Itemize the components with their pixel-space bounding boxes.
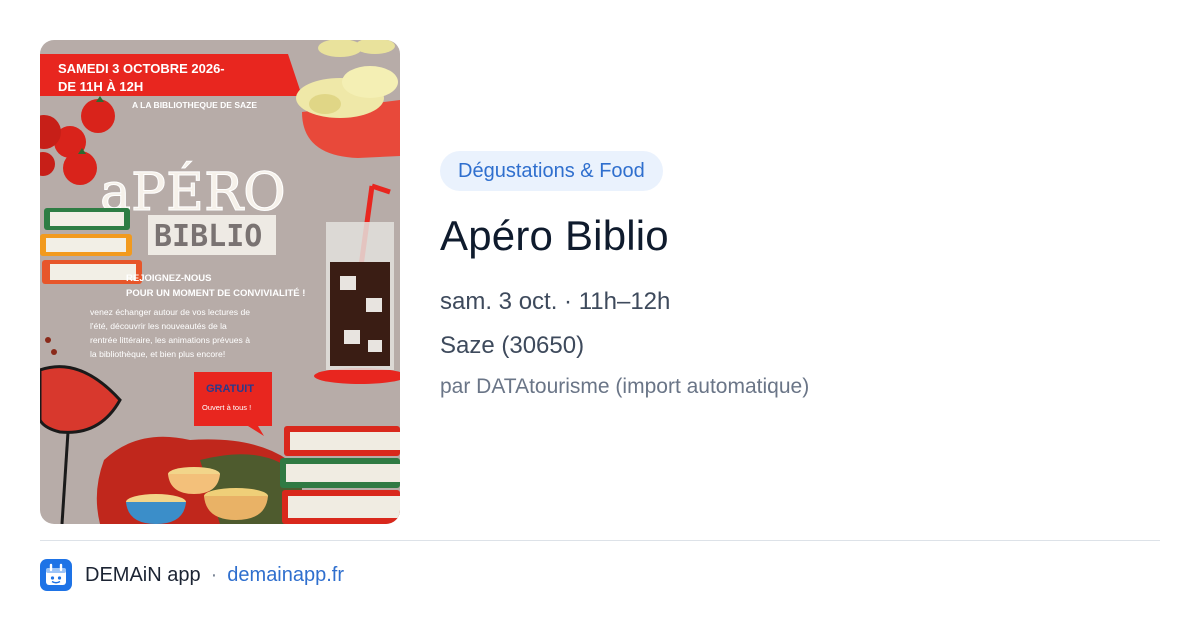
event-location: Saze (30650) (440, 332, 585, 359)
event-info: Dégustations & Food Apéro Biblio sam. 3 … (440, 151, 1160, 401)
poster-date-line1: SAMEDI 3 OCTOBRE 2026- (58, 61, 225, 76)
footer: DEMAiN app · demainapp.fr (40, 558, 344, 592)
event-poster[interactable]: SAMEDI 3 OCTOBRE 2026- DE 11H À 12H A LA… (40, 40, 400, 524)
poster-tagline1: REJOIGNEZ-NOUS (126, 273, 212, 284)
poster-image: SAMEDI 3 OCTOBRE 2026- DE 11H À 12H A LA… (40, 40, 400, 524)
poster-tagline2: POUR UN MOMENT DE CONVIVIALITÉ ! (126, 288, 305, 299)
footer-separator: · (210, 563, 218, 586)
books-bottom-illustration (280, 426, 400, 524)
poster-body-line2: l'été, découvrir les nouveautés de la (90, 321, 227, 331)
poster-body-line4: la bibliothèque, et bien plus encore! (90, 349, 225, 359)
app-domain-link[interactable]: demainapp.fr (227, 564, 344, 587)
badge-title: GRATUIT (206, 383, 254, 395)
event-datetime: sam. 3 oct. · 11h–12h (440, 288, 671, 315)
poster-body-line1: venez échanger autour de vos lectures de (90, 307, 250, 317)
poster-date-line2: DE 11H À 12H (58, 79, 143, 94)
footer-divider (40, 540, 1160, 541)
event-title[interactable]: Apéro Biblio (440, 211, 1160, 261)
event-organizer: par DATAtourisme (import automatique) (440, 375, 810, 398)
poster-body-line3: rentrée littéraire, les animations prévu… (90, 335, 250, 345)
poster-venue: A LA BIBLIOTHEQUE DE SAZE (132, 100, 257, 110)
badge-subtitle: Ouvert à tous ! (202, 403, 251, 412)
app-name: DEMAiN app (85, 563, 201, 586)
category-chip[interactable]: Dégustations & Food (440, 151, 663, 191)
poster-headline-biblio: BIBLIO (154, 219, 262, 254)
app-logo-icon[interactable] (40, 559, 72, 591)
